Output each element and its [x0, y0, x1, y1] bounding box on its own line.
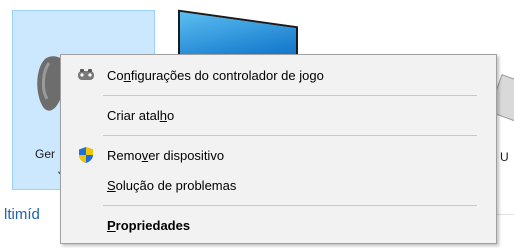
menu-separator	[103, 95, 477, 96]
device-name-line1: Ger	[35, 147, 56, 161]
gamepad-icon	[77, 66, 95, 84]
shield-icon	[77, 146, 95, 164]
menu-item-label: Remover dispositivo	[107, 147, 225, 163]
section-title-multimedia: ltimíd	[4, 206, 40, 223]
menu-item-create-shortcut[interactable]: Criar atalho	[63, 103, 494, 127]
menu-separator	[103, 205, 477, 206]
menu-item-label: Propriedades	[107, 217, 191, 233]
menu-item-controller-settings[interactable]: Configurações do controlador de jogo	[63, 63, 494, 87]
devices-window: Ger J U ltimíd Configurações do controla…	[0, 0, 514, 248]
menu-item-label: Configurações do controlador de jogo	[107, 67, 324, 83]
context-menu: Configurações do controlador de jogo Cri…	[60, 54, 497, 244]
menu-separator	[103, 135, 477, 136]
menu-item-remove-device[interactable]: Remover dispositivo	[63, 143, 494, 167]
menu-item-label: Criar atalho	[107, 107, 175, 123]
menu-item-label: Solução de problemas	[107, 177, 237, 193]
menu-item-properties[interactable]: Propriedades	[63, 213, 494, 237]
device-name-right: U	[500, 150, 509, 164]
menu-item-troubleshoot[interactable]: Solução de problemas	[63, 173, 494, 197]
